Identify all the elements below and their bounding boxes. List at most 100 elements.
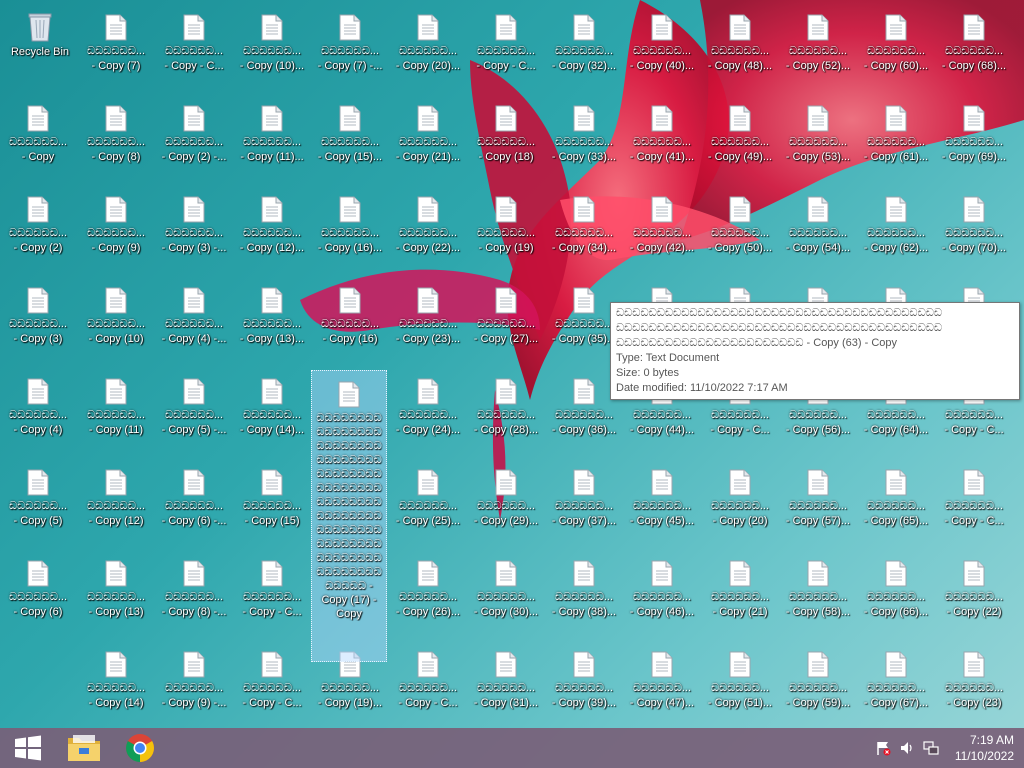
text-file-icon[interactable]: ඩඩඩඩඩඩ... - Copy (65)... [860, 459, 932, 545]
text-file-icon[interactable]: ඩඩඩඩඩඩ... - Copy (61)... [860, 95, 932, 181]
text-file-icon[interactable]: ඩඩඩඩඩඩ... - Copy (69)... [938, 95, 1010, 181]
text-file-icon[interactable]: ඩඩඩඩඩඩ... - Copy (26)... [392, 550, 464, 636]
text-file-icon[interactable]: ඩඩඩඩඩඩ... - Copy (42)... [626, 186, 698, 272]
text-file-icon[interactable]: ඩඩඩඩඩඩ... - Copy (2) [2, 186, 74, 272]
text-file-icon[interactable]: ඩඩඩඩඩඩ... - Copy (57)... [782, 459, 854, 545]
text-file-icon[interactable]: ඩඩඩඩඩඩ... - Copy (24)... [392, 368, 464, 454]
text-file-icon[interactable]: ඩඩඩඩඩඩ... - Copy (50)... [704, 186, 776, 272]
action-center-flag-icon[interactable] [875, 740, 891, 756]
text-file-icon[interactable]: ඩඩඩඩඩඩ... - Copy (5) [2, 459, 74, 545]
text-file-icon[interactable]: ඩඩඩඩඩඩ... - Copy (21)... [392, 95, 464, 181]
text-file-icon[interactable]: ඩඩඩඩඩඩ... - Copy - C... [236, 641, 308, 727]
text-file-icon[interactable]: ඩඩඩඩඩඩ... - Copy (14) [80, 641, 152, 727]
text-file-icon[interactable]: ඩඩඩඩඩඩ... - Copy (66)... [860, 550, 932, 636]
text-file-icon[interactable]: ඩඩඩඩඩඩ... - Copy (49)... [704, 95, 776, 181]
text-file-icon[interactable]: ඩඩඩඩඩඩ... - Copy [2, 95, 74, 181]
text-file-icon[interactable]: ඩඩඩඩඩඩ... - Copy (53)... [782, 95, 854, 181]
text-file-icon[interactable]: ඩඩඩඩඩඩ... - Copy (38)... [548, 550, 620, 636]
text-file-icon[interactable]: ඩඩඩඩඩඩ... - Copy (39)... [548, 641, 620, 727]
text-file-icon[interactable]: ඩඩඩඩඩඩ... - Copy (23)... [392, 277, 464, 363]
text-file-icon[interactable]: ඩඩඩඩඩඩ... - Copy (47)... [626, 641, 698, 727]
text-file-icon[interactable]: ඩඩඩඩඩඩ... - Copy - C... [236, 550, 308, 636]
text-file-icon[interactable]: ඩඩඩඩඩඩ... - Copy - C... [158, 4, 230, 90]
text-file-icon[interactable]: ඩඩඩඩඩඩ... - Copy (27)... [470, 277, 542, 363]
text-file-icon[interactable]: ඩඩඩඩඩඩ... - Copy (15) [236, 459, 308, 545]
network-icon[interactable] [923, 740, 939, 756]
text-file-icon[interactable]: ඩඩඩඩඩඩ... - Copy (10) [80, 277, 152, 363]
text-file-icon[interactable]: ඩඩඩඩඩඩ... - Copy (40)... [626, 4, 698, 90]
text-file-icon[interactable]: ඩඩඩඩඩඩ... - Copy (10)... [236, 4, 308, 90]
text-file-icon[interactable]: ඩඩඩඩඩඩ... - Copy (4) [2, 368, 74, 454]
text-file-icon[interactable]: ඩඩඩඩඩඩ... - Copy (19) [470, 186, 542, 272]
text-file-icon[interactable]: ඩඩඩඩඩඩ... - Copy (30)... [470, 550, 542, 636]
text-file-icon[interactable]: ඩඩඩඩඩඩ... - Copy (2) -... [158, 95, 230, 181]
text-file-icon[interactable]: ඩඩඩඩඩඩ... - Copy (54)... [782, 186, 854, 272]
text-file-icon[interactable]: ඩඩඩඩඩඩ... - Copy (22)... [392, 186, 464, 272]
text-file-icon[interactable]: ඩඩඩඩඩඩ... - Copy (45)... [626, 459, 698, 545]
text-file-icon[interactable]: ඩඩඩඩඩඩ... - Copy (9) [80, 186, 152, 272]
text-file-icon[interactable]: ඩඩඩඩඩඩ... - Copy (33)... [548, 95, 620, 181]
start-button[interactable] [0, 728, 56, 768]
volume-icon[interactable] [899, 740, 915, 756]
text-file-icon[interactable]: ඩඩඩඩඩඩ... - Copy (14)... [236, 368, 308, 454]
text-file-icon[interactable]: ඩඩඩඩඩඩ... - Copy (62)... [860, 186, 932, 272]
text-file-icon[interactable]: ඩඩඩඩඩඩ... - Copy (34)... [548, 186, 620, 272]
text-file-icon[interactable]: ඩඩඩඩඩඩ... - Copy (16)... [314, 186, 386, 272]
text-file-icon[interactable]: ඩඩඩඩඩඩ... - Copy (23) [938, 641, 1010, 727]
text-file-icon[interactable]: ඩඩඩඩඩඩ... - Copy (8) -... [158, 550, 230, 636]
text-file-icon[interactable]: ඩඩඩඩඩඩ... - Copy (68)... [938, 4, 1010, 90]
text-file-icon[interactable]: ඩඩඩඩඩඩ... - Copy (13)... [236, 277, 308, 363]
file-explorer-button[interactable] [56, 728, 112, 768]
folder-icon [68, 735, 100, 761]
text-file-icon[interactable]: ඩඩඩඩඩඩ... - Copy (67)... [860, 641, 932, 727]
text-file-icon[interactable]: ඩඩඩඩඩඩ... - Copy - C... [938, 459, 1010, 545]
text-file-icon[interactable]: ඩඩඩඩඩඩ... - Copy (70)... [938, 186, 1010, 272]
text-file-icon[interactable]: ඩඩඩඩඩඩ... - Copy (4) -... [158, 277, 230, 363]
text-file-icon[interactable]: ඩඩඩඩඩඩ... - Copy (52)... [782, 4, 854, 90]
text-file-icon[interactable]: ඩඩඩඩඩඩ... - Copy (48)... [704, 4, 776, 90]
text-file-icon[interactable]: ඩඩඩඩඩඩ... - Copy (6) [2, 550, 74, 636]
text-file-label: ඩඩඩඩඩඩ... - Copy (10)... [239, 45, 305, 72]
text-file-icon[interactable]: ඩඩඩඩඩඩ... - Copy (11) [80, 368, 152, 454]
text-file-icon[interactable]: ඩඩඩඩඩඩ... - Copy (7) -... [314, 4, 386, 90]
recycle-bin[interactable]: Recycle Bin [4, 4, 76, 90]
text-file-label: ඩඩඩඩඩඩ... - Copy (19) [476, 227, 536, 254]
text-file-icon[interactable]: ඩඩඩඩඩඩ... - Copy - C... [470, 4, 542, 90]
text-file-icon[interactable]: ඩඩඩඩඩඩ... - Copy (3) -... [158, 186, 230, 272]
text-file-icon[interactable]: ඩඩඩඩඩඩ... - Copy (31)... [470, 641, 542, 727]
text-document-icon [105, 105, 127, 132]
text-file-icon[interactable]: ඩඩඩඩඩඩ... - Copy (7) [80, 4, 152, 90]
chrome-button[interactable] [112, 728, 168, 768]
text-file-icon[interactable]: ඩඩඩඩඩඩ... - Copy (37)... [548, 459, 620, 545]
text-file-icon[interactable]: ඩඩඩඩඩඩ... - Copy (9) -... [158, 641, 230, 727]
text-file-icon[interactable]: ඩඩඩඩඩඩ... - Copy (58)... [782, 550, 854, 636]
text-file-icon[interactable]: ඩඩඩඩඩඩ... - Copy (20)... [392, 4, 464, 90]
text-file-icon[interactable]: ඩඩඩඩඩඩ... - Copy (60)... [860, 4, 932, 90]
text-file-icon[interactable]: ඩඩඩඩඩඩ... - Copy (51)... [704, 641, 776, 727]
text-file-icon[interactable]: ඩඩඩඩඩඩ... - Copy (15)... [314, 95, 386, 181]
text-file-icon[interactable]: ඩඩඩඩඩඩ... - Copy (12)... [236, 186, 308, 272]
text-file-icon[interactable]: ඩඩඩඩඩඩ... - Copy (3) [2, 277, 74, 363]
text-file-icon[interactable]: ඩඩඩඩඩඩ... - Copy (6) -... [158, 459, 230, 545]
text-file-icon[interactable]: ඩඩඩඩඩඩ... - Copy (22) [938, 550, 1010, 636]
text-file-icon[interactable]: ඩඩඩඩඩඩ... - Copy (18) [470, 95, 542, 181]
text-file-icon[interactable]: ඩඩඩඩඩඩ... - Copy (29)... [470, 459, 542, 545]
text-file-icon[interactable]: ඩඩඩඩඩඩ... - Copy (13) [80, 550, 152, 636]
selected-text-file[interactable]: ඩඩඩඩඩඩඩඩ ඩඩඩඩඩඩඩඩ ඩඩඩඩඩඩඩඩ ඩඩඩඩඩඩඩඩ ඩඩඩඩ… [311, 370, 387, 662]
text-file-icon[interactable]: ඩඩඩඩඩඩ... - Copy (5) -... [158, 368, 230, 454]
text-file-icon[interactable]: ඩඩඩඩඩඩ... - Copy (20) [704, 459, 776, 545]
text-file-icon[interactable]: ඩඩඩඩඩඩ... - Copy (59)... [782, 641, 854, 727]
text-file-label: ඩඩඩඩඩඩ... - Copy (23)... [395, 318, 461, 345]
text-file-icon[interactable]: ඩඩඩඩඩඩ... - Copy (46)... [626, 550, 698, 636]
text-file-icon[interactable]: ඩඩඩඩඩඩ... - Copy (16) [314, 277, 386, 363]
text-file-icon[interactable]: ඩඩඩඩඩඩ... - Copy (8) [80, 95, 152, 181]
text-file-icon[interactable]: ඩඩඩඩඩඩ... - Copy (41)... [626, 95, 698, 181]
text-file-icon[interactable]: ඩඩඩඩඩඩ... - Copy (12) [80, 459, 152, 545]
text-file-icon[interactable]: ඩඩඩඩඩඩ... - Copy - C... [392, 641, 464, 727]
text-file-icon[interactable]: ඩඩඩඩඩඩ... - Copy (28)... [470, 368, 542, 454]
text-file-icon[interactable]: ඩඩඩඩඩඩ... - Copy (25)... [392, 459, 464, 545]
text-file-icon[interactable]: ඩඩඩඩඩඩ... - Copy (32)... [548, 4, 620, 90]
clock[interactable]: 7:19 AM 11/10/2022 [955, 732, 1014, 764]
text-file-icon[interactable]: ඩඩඩඩඩඩ... - Copy (21) [704, 550, 776, 636]
text-file-icon[interactable]: ඩඩඩඩඩඩ... - Copy (11)... [236, 95, 308, 181]
